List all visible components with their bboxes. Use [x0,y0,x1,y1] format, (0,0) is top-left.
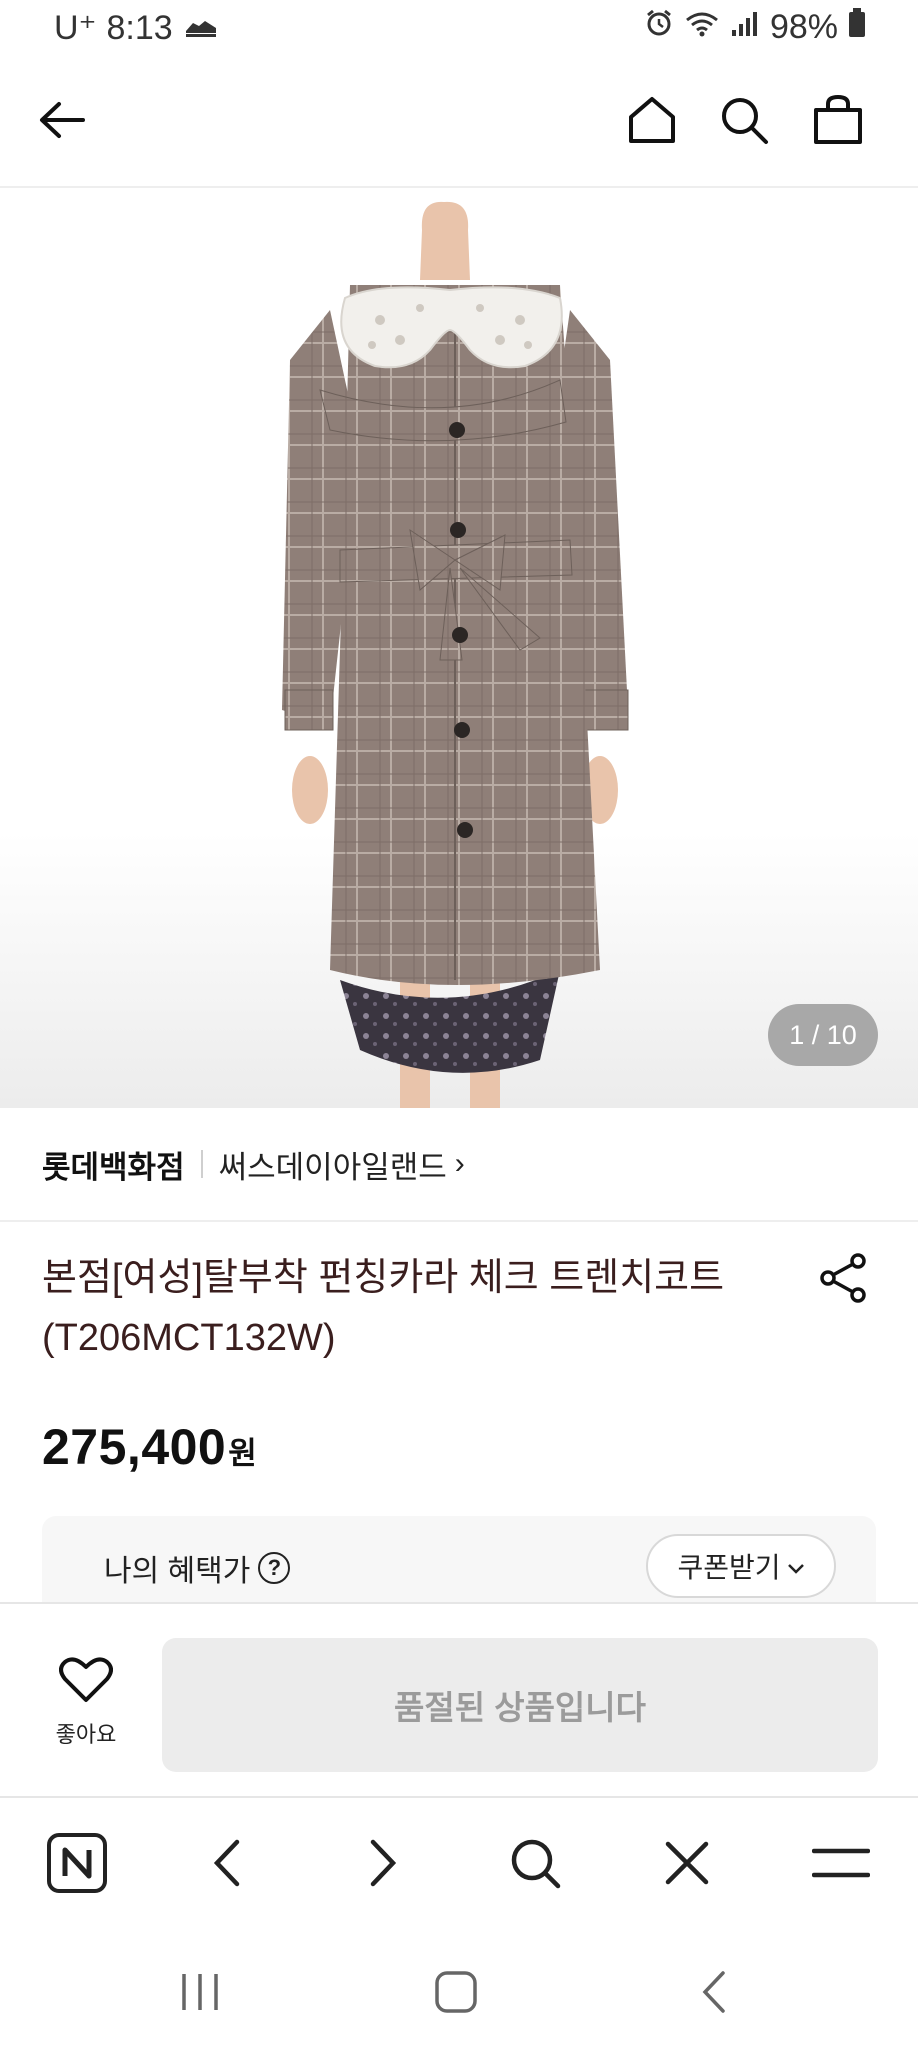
coupon-button-label: 쿠폰받기 [677,1552,781,1583]
home-icon [626,95,678,150]
search-button[interactable] [712,90,776,154]
benefit-label: 나의 혜택가 [104,1555,251,1588]
naver-n-icon [46,1832,108,1899]
wifi-icon [684,8,720,47]
browser-toolbar [0,1800,918,1924]
status-left: U⁺ 8:13 [54,8,219,48]
soldout-button[interactable]: 품절된 상품입니다 [162,1638,878,1772]
chevron-right-icon [363,1838,403,1893]
product-title-line2: (T206MCT132W) [42,1317,336,1359]
shopping-bag-icon [812,94,864,151]
carrier-label: U⁺ [54,9,97,47]
brand-divider [200,1150,203,1178]
back-button[interactable] [30,90,94,154]
recent-apps-button[interactable] [170,1964,230,2024]
heart-icon [59,1656,113,1709]
product-title-line1: 본점[여성]탈부착 펀칭카라 체크 트렌치코트 [42,1257,725,1299]
menu-icon [811,1847,871,1884]
status-right: 98% [644,8,866,47]
image-page-counter: 1 / 10 [768,1004,878,1066]
search-icon [508,1836,562,1895]
browser-menu-button[interactable] [806,1830,876,1900]
recent-apps-icon [178,1972,222,2017]
browser-search-button[interactable] [500,1830,570,1900]
benefit-label-group: 나의 혜택가 ? [104,1546,291,1590]
product-title: 본점[여성]탈부착 펀칭카라 체크 트렌치코트 (T206MCT132W) [42,1248,802,1368]
browser-forward-button[interactable] [348,1830,418,1900]
store-name: 롯데백화점 [42,1149,185,1185]
app-header [0,60,918,188]
chevron-left-icon [207,1838,247,1893]
system-back-button[interactable] [684,1964,744,2024]
price-unit: 원 [228,1436,257,1471]
alarm-icon [644,8,674,47]
like-button[interactable]: 좋아요 [40,1656,132,1756]
battery-percent: 98% [769,8,838,46]
status-bar: U⁺ 8:13 98% [0,0,918,60]
browser-back-button[interactable] [192,1830,262,1900]
help-icon[interactable]: ? [258,1552,291,1584]
system-navigation-bar [0,1924,918,2048]
back-arrow-icon [37,100,87,145]
benefit-box: 나의 혜택가 ? 쿠폰받기 [42,1516,876,1602]
price-row: 275,400 원 [42,1418,257,1476]
brand-link[interactable]: 써스데이아일랜드 [219,1142,447,1187]
search-icon [718,94,770,151]
trench-coat-photo [282,201,629,1108]
battery-icon [848,8,866,47]
signal-icon [730,8,760,47]
naver-home-button[interactable] [42,1830,112,1900]
like-label: 좋아요 [55,1722,117,1747]
purchase-action-bar: 좋아요 품절된 상품입니다 [0,1602,918,1798]
home-button[interactable] [620,90,684,154]
back-chevron-icon [699,1970,729,2019]
chevron-down-icon [787,1550,805,1582]
cart-button[interactable] [806,90,870,154]
share-button[interactable] [818,1252,874,1308]
chevron-right-icon: › [454,1147,465,1180]
home-square-icon [434,1970,478,2019]
brand-row[interactable]: 롯데백화점 써스데이아일랜드 › [0,1108,918,1222]
browser-close-button[interactable] [652,1830,722,1900]
coupon-button[interactable]: 쿠폰받기 [646,1534,836,1598]
system-home-button[interactable] [426,1964,486,2024]
clock: 8:13 [106,8,173,47]
product-image[interactable]: 1 / 10 [0,190,918,1108]
shoe-notification-icon [183,9,219,48]
share-icon [818,1253,870,1308]
close-icon [664,1840,710,1891]
price-value: 275,400 [42,1419,227,1475]
